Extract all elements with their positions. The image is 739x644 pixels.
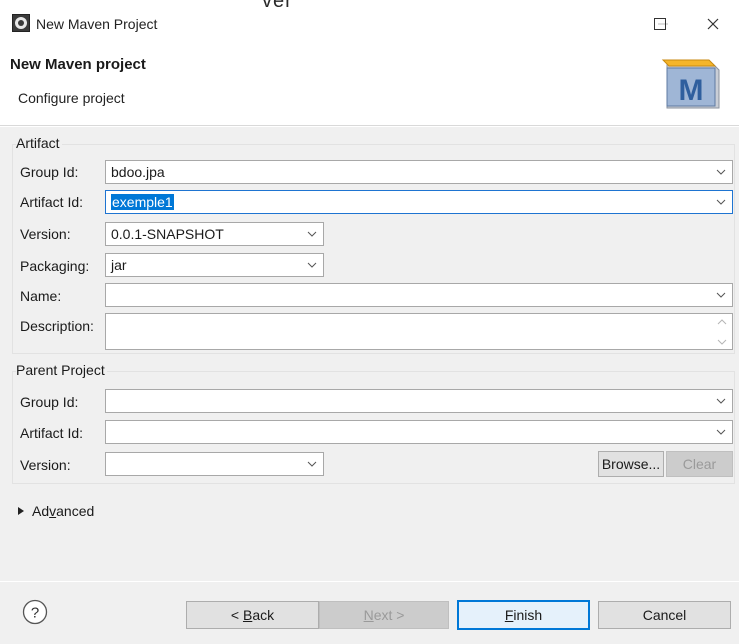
chevron-down-icon[interactable] bbox=[716, 396, 726, 406]
parent-project-group-label: Parent Project bbox=[16, 362, 107, 378]
help-icon[interactable]: ? bbox=[22, 599, 48, 625]
artifact-id-label: Artifact Id: bbox=[20, 194, 84, 210]
triangle-right-icon bbox=[18, 507, 24, 515]
wizard-title: New Maven project bbox=[10, 56, 146, 73]
group-id-value: bdoo.jpa bbox=[111, 164, 165, 180]
parent-version-combo[interactable] bbox=[105, 452, 324, 476]
parent-artifact-id-label: Artifact Id: bbox=[20, 425, 84, 441]
eclipse-app-icon bbox=[12, 14, 30, 32]
advanced-label: Advanced bbox=[32, 503, 95, 519]
advanced-expander[interactable]: Advanced bbox=[16, 502, 94, 520]
next-button[interactable]: Next > bbox=[319, 601, 449, 629]
clear-button[interactable]: Clear bbox=[666, 451, 733, 477]
artifact-group-label: Artifact bbox=[16, 135, 62, 151]
chevron-down-icon[interactable] bbox=[716, 427, 726, 437]
artifact-id-value: exemple1 bbox=[111, 194, 174, 210]
group-id-label: Group Id: bbox=[20, 164, 79, 180]
chevron-down-icon[interactable] bbox=[307, 459, 317, 469]
background-window-text: ver bbox=[0, 0, 739, 8]
description-textarea[interactable] bbox=[105, 313, 733, 350]
window-title: New Maven Project bbox=[36, 16, 158, 32]
parent-group-id-label: Group Id: bbox=[20, 394, 79, 410]
back-button[interactable]: < Back bbox=[186, 601, 319, 629]
finish-button[interactable]: Finish bbox=[457, 600, 590, 630]
wizard-subtitle: Configure project bbox=[18, 90, 125, 106]
packaging-label: Packaging: bbox=[20, 258, 90, 274]
browse-button[interactable]: Browse... bbox=[598, 451, 664, 477]
name-combo[interactable] bbox=[105, 283, 733, 307]
version-combo[interactable]: 0.0.1-SNAPSHOT bbox=[105, 222, 324, 246]
parent-artifact-id-combo[interactable] bbox=[105, 420, 733, 444]
group-id-combo[interactable]: bdoo.jpa bbox=[105, 160, 733, 184]
maximize-button[interactable] bbox=[640, 8, 680, 40]
cancel-button[interactable]: Cancel bbox=[598, 601, 731, 629]
scroll-down-icon[interactable] bbox=[717, 338, 727, 346]
svg-text:?: ? bbox=[31, 605, 39, 622]
packaging-combo[interactable]: jar bbox=[105, 253, 324, 277]
chevron-down-icon[interactable] bbox=[716, 167, 726, 177]
maven-logo-icon: M bbox=[661, 54, 721, 110]
scroll-up-icon[interactable] bbox=[717, 318, 727, 326]
close-button[interactable] bbox=[693, 8, 733, 40]
name-label: Name: bbox=[20, 288, 62, 304]
artifact-id-combo[interactable]: exemple1 bbox=[105, 190, 733, 214]
chevron-down-icon[interactable] bbox=[716, 197, 726, 207]
packaging-value: jar bbox=[111, 257, 127, 273]
description-label: Description: bbox=[20, 318, 94, 334]
version-value: 0.0.1-SNAPSHOT bbox=[111, 226, 224, 242]
parent-version-label: Version: bbox=[20, 457, 71, 473]
chevron-down-icon[interactable] bbox=[716, 290, 726, 300]
svg-text:M: M bbox=[679, 74, 704, 107]
wizard-header bbox=[0, 42, 739, 126]
version-label: Version: bbox=[20, 226, 71, 242]
chevron-down-icon[interactable] bbox=[307, 229, 317, 239]
chevron-down-icon[interactable] bbox=[307, 260, 317, 270]
parent-group-id-combo[interactable] bbox=[105, 389, 733, 413]
